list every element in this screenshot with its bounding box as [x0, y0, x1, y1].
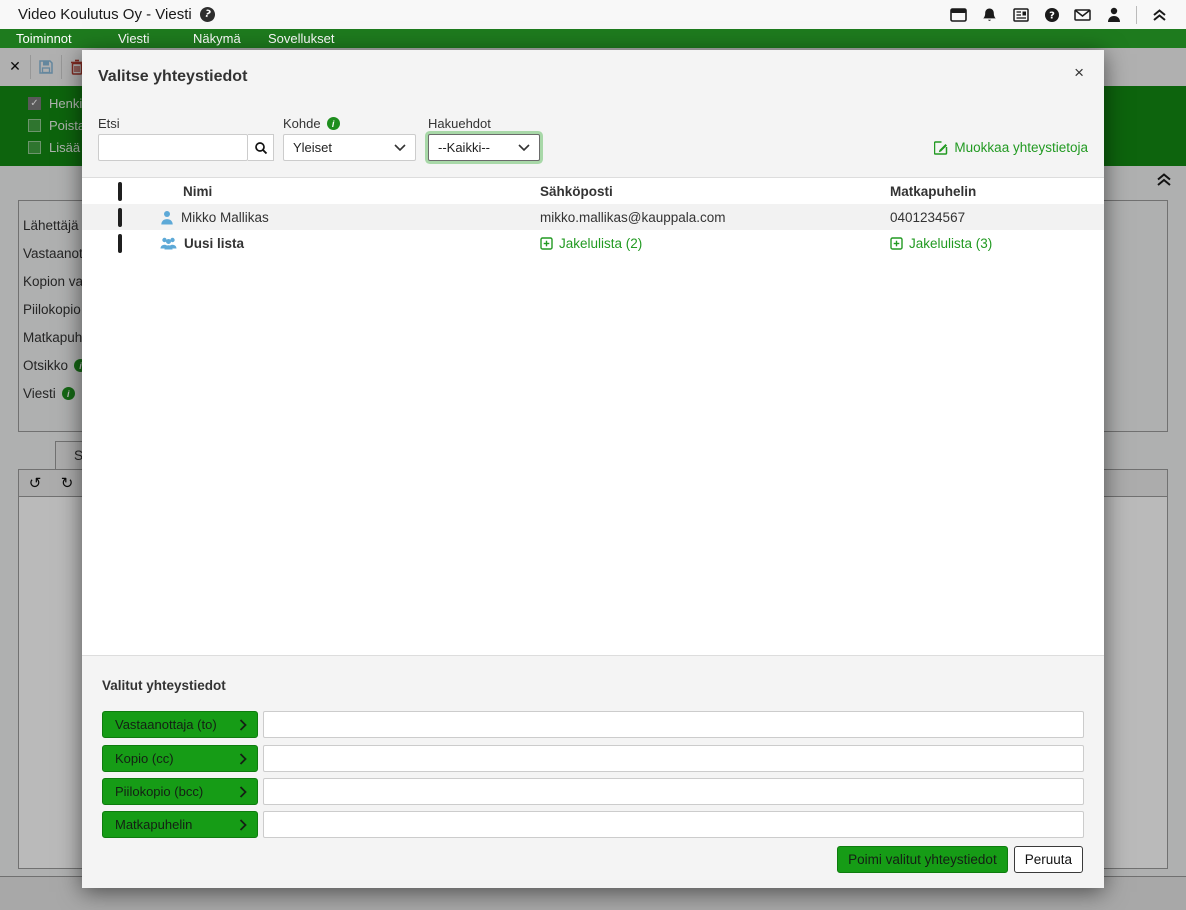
expand-plus-icon: [540, 237, 553, 250]
collapse-toolbar-icon[interactable]: [1151, 6, 1168, 23]
pick-selected-contacts-button[interactable]: Poimi valitut yhteystiedot: [837, 846, 1008, 873]
person-icon: [160, 210, 174, 225]
bcc-button[interactable]: Piilokopio (bcc): [102, 778, 258, 805]
contacts-table: Nimi Sähköposti Matkapuhelin Mikko Malli…: [82, 178, 1104, 256]
edit-contacts-label: Muokkaa yhteystietoja: [954, 140, 1088, 155]
mobile-button[interactable]: Matkapuhelin: [102, 811, 258, 838]
copy-cc-label: Kopio (cc): [115, 751, 174, 766]
help-badge-icon[interactable]: ?: [198, 5, 217, 24]
chevron-down-icon: [394, 144, 406, 151]
recipient-to-label: Vastaanottaja (to): [115, 717, 217, 732]
window-icon[interactable]: [950, 6, 967, 23]
row-checkbox[interactable]: [118, 208, 122, 227]
app-title: Video Koulutus Oy - Viesti: [18, 6, 192, 23]
column-header-name: Nimi: [160, 184, 540, 199]
menu-item-sovellukset[interactable]: Sovellukset: [268, 29, 334, 48]
table-row[interactable]: Uusi lista Jakelulista (2) Jakelulista (…: [82, 230, 1104, 256]
criteria-select-value: --Kaikki--: [438, 140, 490, 155]
chevron-right-icon: [239, 719, 247, 731]
help-circle-icon[interactable]: ?: [1043, 6, 1060, 23]
menu-item-viesti[interactable]: Viesti: [118, 29, 150, 48]
recipient-to-button[interactable]: Vastaanottaja (to): [102, 711, 258, 738]
topbar-divider: [1136, 6, 1137, 24]
column-header-email: Sähköposti: [540, 184, 890, 199]
select-all-checkbox[interactable]: [118, 182, 122, 201]
contact-email: mikko.mallikas@kauppala.com: [540, 210, 890, 225]
selected-contacts-heading: Valitut yhteystiedot: [102, 678, 226, 693]
contact-phone: 0401234567: [890, 210, 1104, 225]
chevron-right-icon: [239, 819, 247, 831]
target-label: Kohdei: [283, 116, 340, 131]
group-icon: [160, 236, 177, 250]
dialog-header: Valitse yhteystiedot × Etsi Kohdei Hakue…: [82, 50, 1104, 178]
mobile-input[interactable]: [263, 811, 1084, 838]
copy-cc-button[interactable]: Kopio (cc): [102, 745, 258, 772]
target-select[interactable]: Yleiset: [283, 134, 416, 161]
list-name: Uusi lista: [184, 236, 244, 251]
menu-item-toiminnot[interactable]: Toiminnot: [16, 29, 72, 48]
chevron-right-icon: [239, 753, 247, 765]
bcc-input[interactable]: [263, 778, 1084, 805]
search-label: Etsi: [98, 116, 120, 131]
chevron-right-icon: [239, 786, 247, 798]
distribution-list-label: Jakelulista (3): [909, 236, 992, 251]
search-input[interactable]: [98, 134, 248, 161]
table-empty-space: [82, 256, 1104, 655]
chevron-down-icon: [518, 144, 530, 151]
dialog-title: Valitse yhteystiedot: [98, 68, 247, 86]
target-select-value: Yleiset: [293, 140, 332, 155]
edit-pencil-icon: [934, 141, 948, 155]
table-header-row: Nimi Sähköposti Matkapuhelin: [82, 178, 1104, 204]
menu-item-nakyma[interactable]: Näkymä: [193, 29, 241, 48]
user-icon[interactable]: [1105, 6, 1122, 23]
table-row[interactable]: Mikko Mallikas mikko.mallikas@kauppala.c…: [82, 204, 1104, 230]
mail-icon[interactable]: [1074, 6, 1091, 23]
info-icon[interactable]: i: [327, 117, 340, 130]
distribution-list-link[interactable]: Jakelulista (3): [890, 236, 1104, 251]
newsfeed-icon[interactable]: [1012, 6, 1029, 23]
search-button[interactable]: [248, 134, 274, 161]
distribution-list-link[interactable]: Jakelulista (2): [540, 236, 890, 251]
row-checkbox[interactable]: [118, 234, 122, 253]
topbar: Video Koulutus Oy - Viesti ? ?: [0, 0, 1186, 29]
cancel-button[interactable]: Peruuta: [1014, 846, 1083, 873]
column-header-phone: Matkapuhelin: [890, 184, 1104, 199]
menubar: Toiminnot Viesti Näkymä Sovellukset: [0, 29, 1186, 48]
bcc-label: Piilokopio (bcc): [115, 784, 203, 799]
copy-cc-input[interactable]: [263, 745, 1084, 772]
distribution-list-label: Jakelulista (2): [559, 236, 642, 251]
expand-plus-icon: [890, 237, 903, 250]
svg-text:?: ?: [1049, 10, 1055, 21]
close-icon[interactable]: ×: [1074, 64, 1084, 81]
criteria-select[interactable]: --Kaikki--: [428, 134, 540, 161]
recipient-to-input[interactable]: [263, 711, 1084, 738]
edit-contacts-link[interactable]: Muokkaa yhteystietoja: [934, 140, 1088, 155]
contact-name: Mikko Mallikas: [181, 210, 269, 225]
select-contacts-dialog: Valitse yhteystiedot × Etsi Kohdei Hakue…: [82, 50, 1104, 888]
selected-contacts-section: Valitut yhteystiedot Vastaanottaja (to) …: [82, 655, 1104, 888]
bell-icon[interactable]: [981, 6, 998, 23]
app: Video Koulutus Oy - Viesti ? ?: [0, 0, 1186, 910]
mobile-label: Matkapuhelin: [115, 817, 192, 832]
criteria-label: Hakuehdot: [428, 116, 491, 131]
